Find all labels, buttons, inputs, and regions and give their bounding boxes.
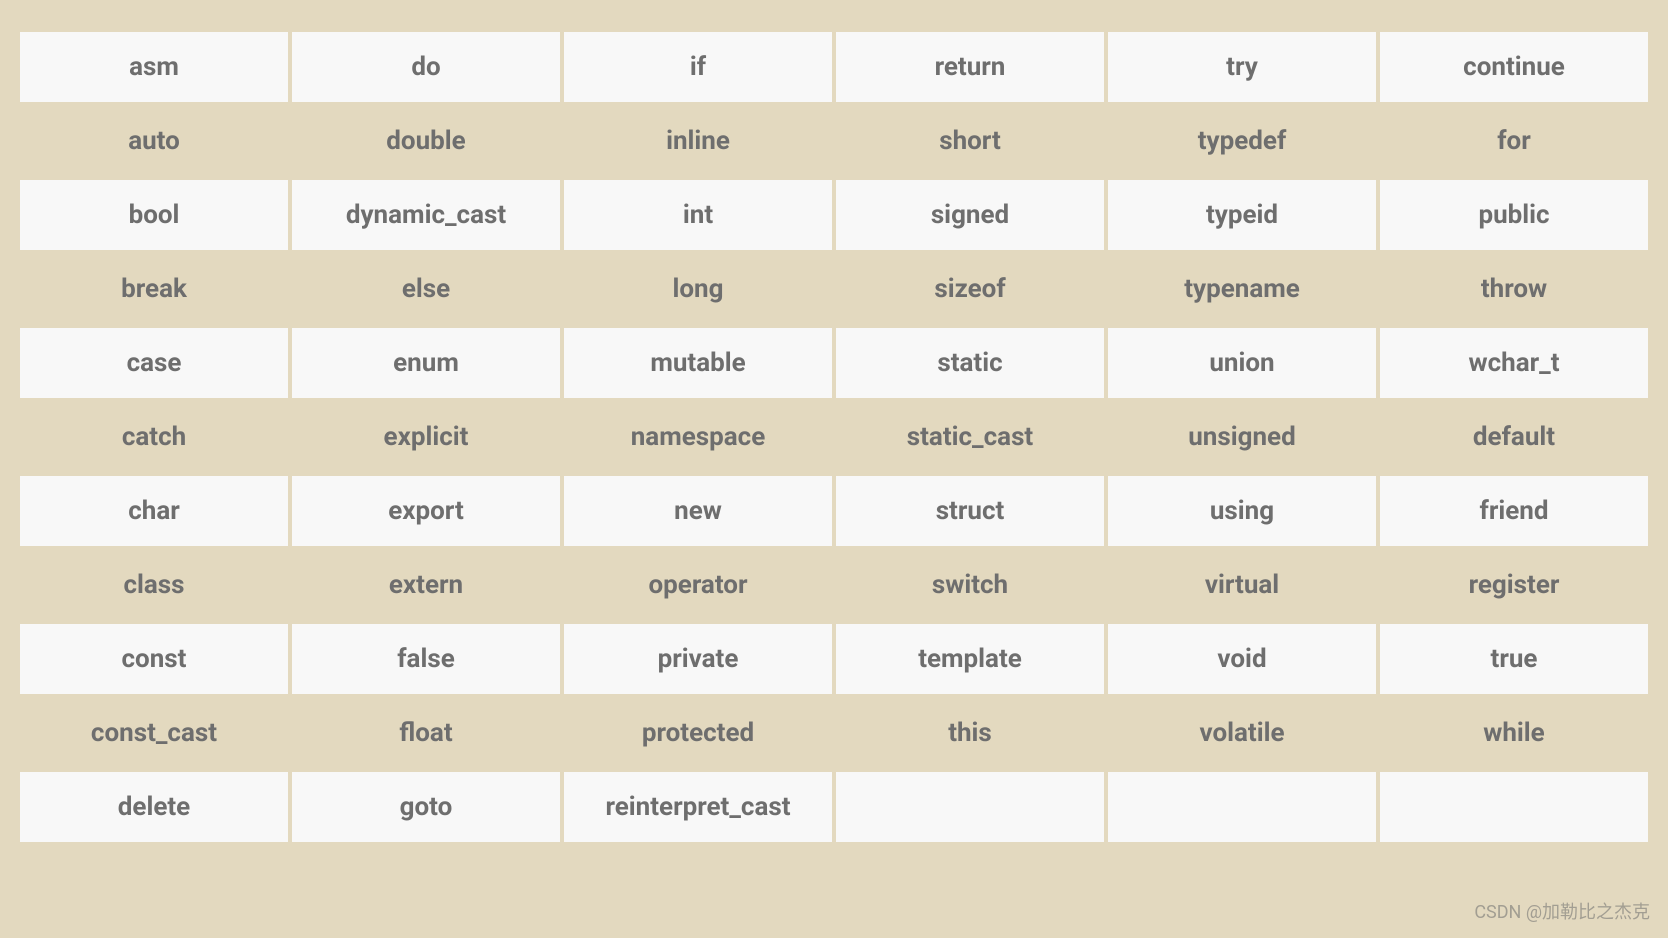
- table-cell: unsigned: [1108, 402, 1376, 472]
- table-cell: short: [836, 106, 1104, 176]
- table-cell: dynamic_cast: [292, 180, 560, 250]
- table-cell: delete: [20, 772, 288, 842]
- table-cell: continue: [1380, 32, 1648, 102]
- table-cell: int: [564, 180, 832, 250]
- table-cell: struct: [836, 476, 1104, 546]
- table-cell: float: [292, 698, 560, 768]
- table-cell: switch: [836, 550, 1104, 620]
- table-cell: public: [1380, 180, 1648, 250]
- table-cell: char: [20, 476, 288, 546]
- table-row: const_castfloatprotectedthisvolatilewhil…: [20, 698, 1648, 768]
- table-cell: break: [20, 254, 288, 324]
- table-cell: static_cast: [836, 402, 1104, 472]
- table-cell: try: [1108, 32, 1376, 102]
- table-cell: throw: [1380, 254, 1648, 324]
- keywords-table-container: asmdoifreturntrycontinueautodoubleinline…: [16, 28, 1652, 846]
- table-cell: export: [292, 476, 560, 546]
- table-cell: wchar_t: [1380, 328, 1648, 398]
- table-cell: catch: [20, 402, 288, 472]
- table-cell: long: [564, 254, 832, 324]
- table-cell: return: [836, 32, 1104, 102]
- table-cell: class: [20, 550, 288, 620]
- table-cell: signed: [836, 180, 1104, 250]
- table-cell: virtual: [1108, 550, 1376, 620]
- table-cell: this: [836, 698, 1104, 768]
- table-row: autodoubleinlineshorttypedeffor: [20, 106, 1648, 176]
- table-cell: template: [836, 624, 1104, 694]
- table-cell: explicit: [292, 402, 560, 472]
- table-cell: namespace: [564, 402, 832, 472]
- table-cell: [1380, 772, 1648, 842]
- table-cell: while: [1380, 698, 1648, 768]
- table-cell: [836, 772, 1104, 842]
- table-cell: typeid: [1108, 180, 1376, 250]
- table-row: booldynamic_castintsignedtypeidpublic: [20, 180, 1648, 250]
- table-row: deletegotoreinterpret_cast: [20, 772, 1648, 842]
- table-cell: goto: [292, 772, 560, 842]
- table-cell: union: [1108, 328, 1376, 398]
- table-cell: reinterpret_cast: [564, 772, 832, 842]
- table-cell: do: [292, 32, 560, 102]
- table-cell: static: [836, 328, 1104, 398]
- table-row: breakelselongsizeoftypenamethrow: [20, 254, 1648, 324]
- table-cell: extern: [292, 550, 560, 620]
- watermark: CSDN @加勒比之杰克: [1474, 898, 1650, 924]
- table-cell: mutable: [564, 328, 832, 398]
- table-cell: for: [1380, 106, 1648, 176]
- table-cell: const: [20, 624, 288, 694]
- table-cell: bool: [20, 180, 288, 250]
- table-cell: default: [1380, 402, 1648, 472]
- table-cell: protected: [564, 698, 832, 768]
- table-cell: void: [1108, 624, 1376, 694]
- table-cell: operator: [564, 550, 832, 620]
- table-row: asmdoifreturntrycontinue: [20, 32, 1648, 102]
- table-cell: enum: [292, 328, 560, 398]
- table-cell: typename: [1108, 254, 1376, 324]
- table-cell: using: [1108, 476, 1376, 546]
- table-cell: register: [1380, 550, 1648, 620]
- table-cell: case: [20, 328, 288, 398]
- table-cell: else: [292, 254, 560, 324]
- table-cell: auto: [20, 106, 288, 176]
- table-cell: double: [292, 106, 560, 176]
- table-row: classexternoperatorswitchvirtualregister: [20, 550, 1648, 620]
- table-cell: false: [292, 624, 560, 694]
- table-cell: if: [564, 32, 832, 102]
- table-row: catchexplicitnamespacestatic_castunsigne…: [20, 402, 1648, 472]
- table-cell: new: [564, 476, 832, 546]
- table-cell: friend: [1380, 476, 1648, 546]
- table-cell: typedef: [1108, 106, 1376, 176]
- table-cell: asm: [20, 32, 288, 102]
- table-cell: sizeof: [836, 254, 1104, 324]
- keywords-table: asmdoifreturntrycontinueautodoubleinline…: [16, 28, 1652, 846]
- table-cell: [1108, 772, 1376, 842]
- table-row: charexportnewstructusingfriend: [20, 476, 1648, 546]
- table-row: constfalseprivatetemplatevoidtrue: [20, 624, 1648, 694]
- table-cell: true: [1380, 624, 1648, 694]
- table-cell: const_cast: [20, 698, 288, 768]
- table-cell: volatile: [1108, 698, 1376, 768]
- table-row: caseenummutablestaticunionwchar_t: [20, 328, 1648, 398]
- table-cell: inline: [564, 106, 832, 176]
- table-cell: private: [564, 624, 832, 694]
